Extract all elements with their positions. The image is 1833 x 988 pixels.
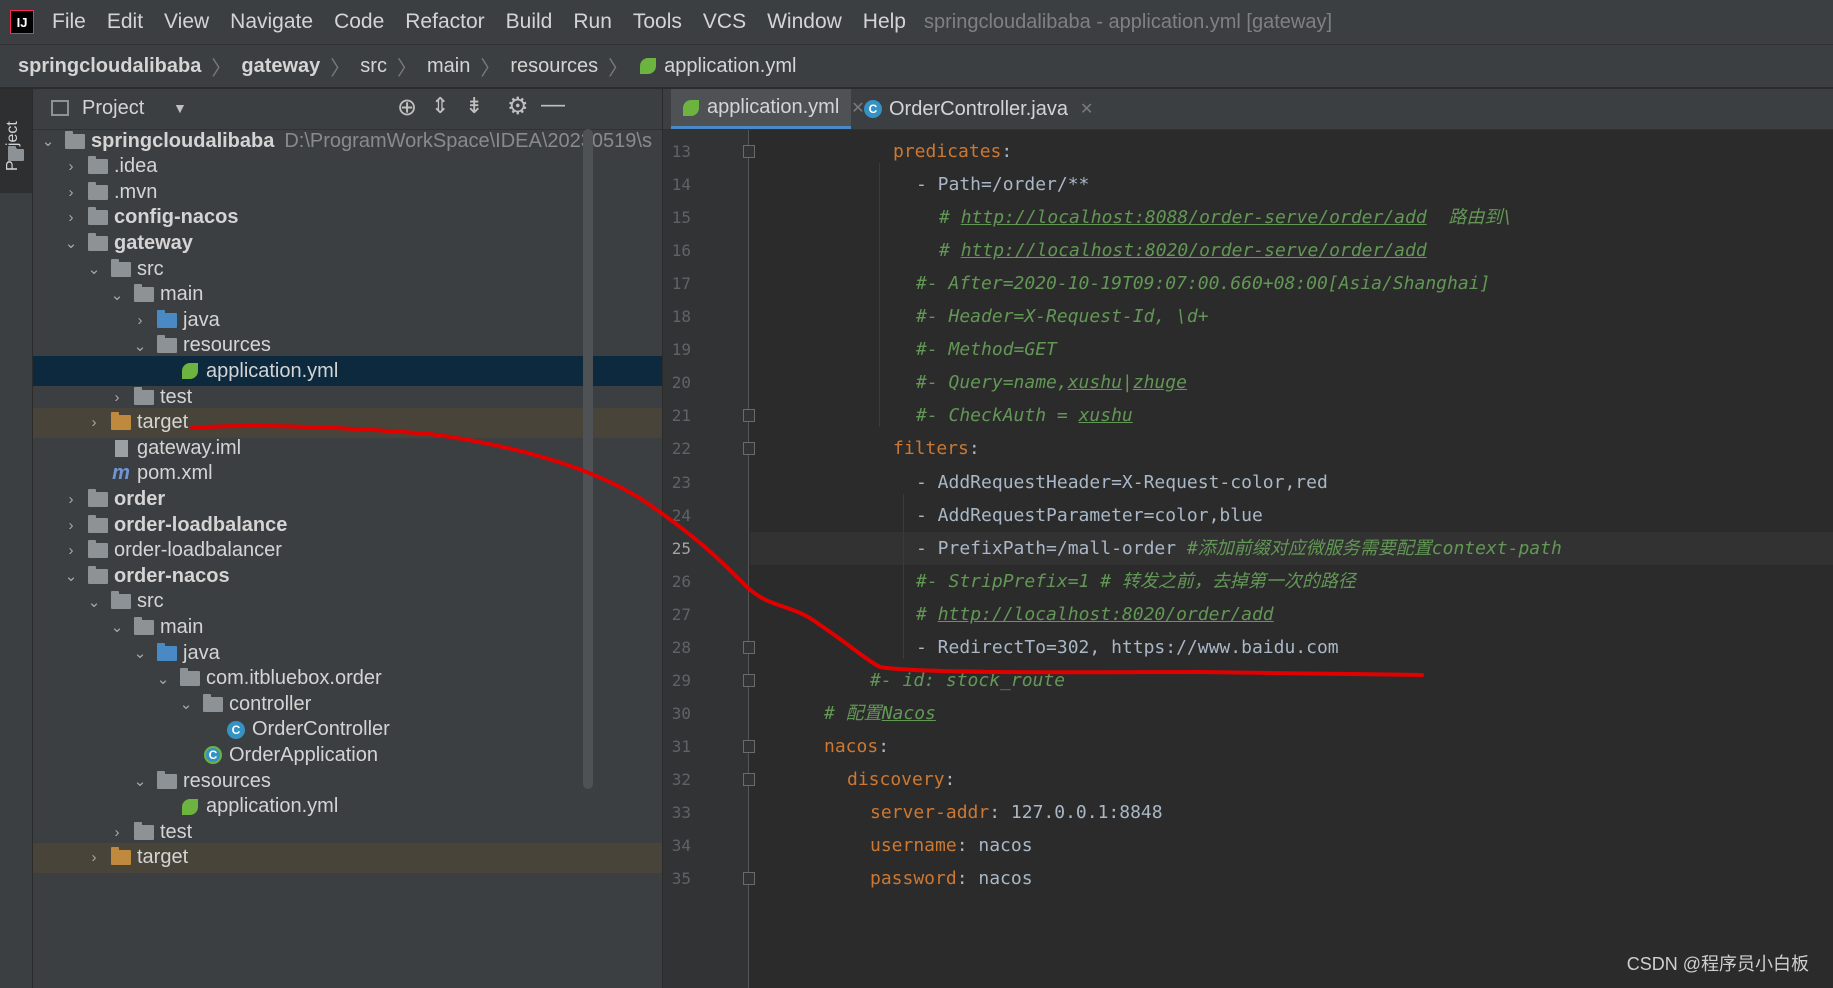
annotation-curve [190, 424, 1424, 677]
watermark-text: CSDN @程序员小白板 [1626, 954, 1809, 974]
red-annotation-stroke [190, 424, 1424, 677]
